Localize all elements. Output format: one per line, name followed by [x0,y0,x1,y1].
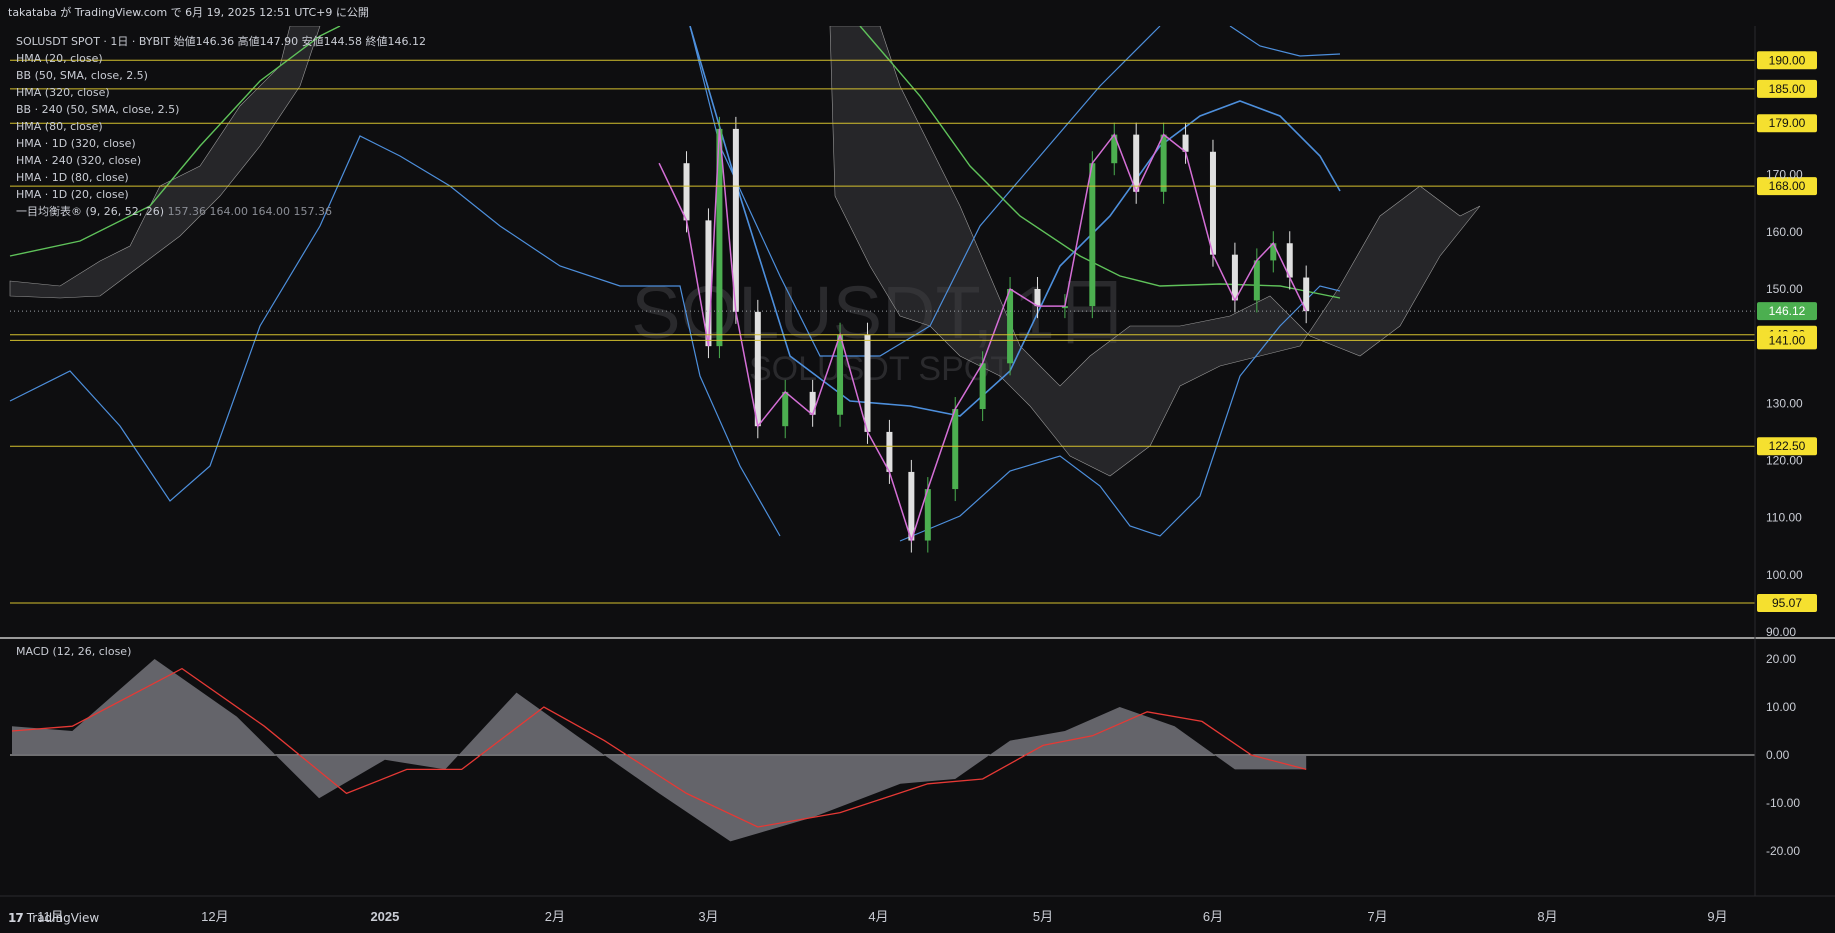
candle-body [1209,151,1216,255]
level-label: 179.00 [1769,116,1806,130]
legend-ichimoku[interactable]: 一目均衡表® (9, 26, 52, 26) 157.36 164.00 164… [16,203,426,220]
legend-indicator-1[interactable]: HMA (20, close) [16,50,426,67]
legend-indicator-4[interactable]: BB · 240 (50, SMA, close, 2.5) [16,101,426,118]
candle-body [1034,288,1041,307]
candle-body [952,409,959,490]
y-tick-label: 160.00 [1766,225,1803,239]
brand-name: TradingView [26,911,100,925]
macd-y-tick-label: -20.00 [1766,844,1800,858]
y-tick-label: 120.00 [1766,453,1803,467]
legend-indicator-2[interactable]: BB (50, SMA, close, 2.5) [16,67,426,84]
macd-y-tick-label: 10.00 [1766,700,1796,714]
candle-body [979,363,986,410]
symbol-line: SOLUSDT SPOT · 1日 · BYBIT [16,35,171,48]
candle-body [886,431,893,472]
y-tick-label: 170.00 [1766,168,1803,182]
legend-indicator-3[interactable]: HMA (320, close) [16,84,426,101]
y-tick-label: 90.00 [1766,625,1796,639]
candle-body [1007,288,1014,364]
candle-body [1089,163,1096,307]
level-label: 95.07 [1772,596,1802,610]
last-price-label: 146.12 [1769,304,1806,318]
x-tick-label: 5月 [1033,909,1053,924]
ichimoku-label: 一目均衡表® (9, 26, 52, 26) [16,205,165,218]
macd-histogram-area [12,659,1307,842]
publish-info: takataba が TradingView.com で 6月 19, 2025… [8,6,369,19]
macd-y-tick-label: -10.00 [1766,796,1800,810]
level-label: 190.00 [1769,53,1806,67]
legend-indicator-5[interactable]: HMA (80, close) [16,118,426,135]
x-tick-label: 2月 [545,909,565,924]
candle-body [809,391,816,415]
macd-legend: MACD (12, 26, close) [16,643,131,660]
candle-body [1160,134,1167,192]
level-label: 122.50 [1769,439,1806,453]
x-tick-label: 6月 [1203,909,1223,924]
x-tick-label: 9月 [1707,909,1727,924]
ohlc-values: 始値146.36 高値147.90 安値144.58 終値146.12 [173,35,427,48]
x-tick-label: 3月 [698,909,718,924]
x-tick-label: 8月 [1537,909,1557,924]
y-tick-label: 150.00 [1766,282,1803,296]
x-tick-label: 4月 [868,909,888,924]
x-tick-label: 2025 [370,909,399,924]
candle-body [754,311,761,427]
legend-indicator-9[interactable]: HMA · 1D (20, close) [16,186,426,203]
macd-pane[interactable] [10,659,1755,842]
macd-title[interactable]: MACD (12, 26, close) [16,643,131,660]
candle-body [837,334,844,415]
candle-body [683,163,690,221]
candle-body [782,391,789,427]
tradingview-logo-icon: 17 [8,911,24,925]
candle-body [1231,254,1238,301]
legend-indicator-6[interactable]: HMA · 1D (320, close) [16,135,426,152]
macd-y-tick-label: 0.00 [1766,748,1790,762]
candle-body [1182,134,1189,152]
candle-body [908,471,915,541]
ichimoku-cloud [829,26,1481,477]
ichimoku-values: 157.36 164.00 164.00 157.36 [167,205,333,218]
legend-symbol: SOLUSDT SPOT · 1日 · BYBIT 始値146.36 高値147… [16,33,426,50]
y-tick-label: 130.00 [1766,396,1803,410]
indicator-legend: SOLUSDT SPOT · 1日 · BYBIT 始値146.36 高値147… [16,33,426,220]
candle-body [1133,134,1140,192]
legend-indicator-8[interactable]: HMA · 1D (80, close) [16,169,426,186]
macd-y-tick-label: 20.00 [1766,652,1796,666]
y-tick-label: 110.00 [1766,511,1802,525]
candle-body [1253,260,1260,301]
candle-body [705,220,712,347]
level-label: 141.00 [1769,333,1806,347]
y-tick-label: 100.00 [1766,568,1803,582]
footer-brand: 17 TradingView [8,911,99,925]
bollinger-upper-right [1229,26,1341,57]
x-tick-label: 7月 [1367,909,1387,924]
level-label: 185.00 [1769,82,1806,96]
x-tick-label: 12月 [201,909,228,924]
candle-body [864,334,871,432]
legend-indicator-7[interactable]: HMA · 240 (320, close) [16,152,426,169]
